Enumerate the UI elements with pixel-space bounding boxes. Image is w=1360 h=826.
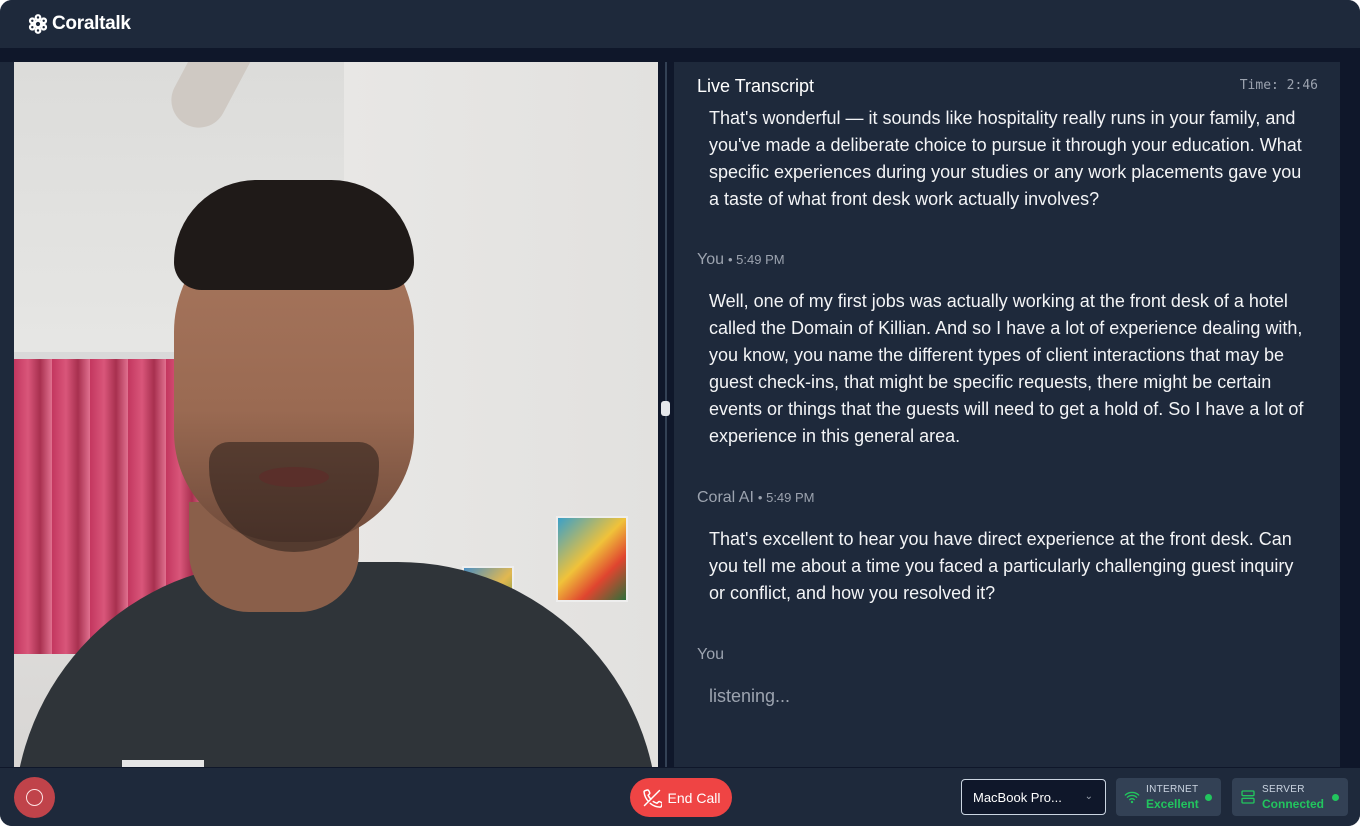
message-speaker: You bbox=[697, 646, 724, 664]
message-speaker: You • 5:49 PM bbox=[697, 251, 785, 269]
internet-status-value: Excellent bbox=[1146, 797, 1199, 811]
app-window: Coraltalk Live Transcript Time: 2:46 Tha… bbox=[0, 0, 1360, 826]
transcript-panel: Live Transcript Time: 2:46 That's wonder… bbox=[674, 62, 1340, 767]
device-select-value: MacBook Pro... bbox=[973, 789, 1062, 805]
server-status: SERVER Connected bbox=[1232, 778, 1348, 816]
server-status-label: SERVER bbox=[1262, 784, 1305, 795]
transcript-message: Well, one of my first jobs was actually … bbox=[709, 291, 1304, 446]
person-hair bbox=[174, 180, 414, 290]
message-time: • 5:49 PM bbox=[757, 490, 815, 505]
internet-status-label: INTERNET bbox=[1146, 784, 1199, 795]
call-timer: Time: 2:46 bbox=[1239, 78, 1318, 93]
call-controls-bar: End Call MacBook Pro... ⌄ INTERNET Excel… bbox=[0, 767, 1360, 826]
wifi-icon bbox=[1124, 791, 1140, 804]
ceiling-fan-blade bbox=[161, 62, 272, 138]
record-button[interactable] bbox=[14, 777, 55, 818]
speaker-name: You bbox=[697, 251, 724, 268]
app-header: Coraltalk bbox=[0, 0, 1360, 48]
person-mouth bbox=[259, 467, 329, 487]
speaker-name: Coral AI bbox=[697, 489, 754, 506]
right-gutter bbox=[1340, 62, 1360, 767]
wall-painting bbox=[556, 516, 628, 602]
video-feed bbox=[14, 62, 658, 767]
end-call-button[interactable]: End Call bbox=[630, 778, 732, 817]
server-status-value: Connected bbox=[1262, 797, 1325, 811]
listening-indicator: listening... bbox=[709, 686, 791, 706]
resize-handle[interactable] bbox=[661, 401, 670, 416]
header-separator bbox=[0, 48, 1360, 62]
server-status-dot bbox=[1332, 794, 1339, 801]
record-icon bbox=[26, 789, 43, 806]
transcript-title: Live Transcript bbox=[697, 76, 815, 96]
chevron-down-icon: ⌄ bbox=[1084, 791, 1093, 802]
message-speaker: Coral AI • 5:49 PM bbox=[697, 489, 815, 507]
curtain-rod bbox=[14, 352, 174, 359]
transcript-message: That's excellent to hear you have direct… bbox=[709, 529, 1294, 603]
speaker-name: You bbox=[697, 646, 724, 663]
shirt-label bbox=[122, 760, 204, 767]
server-icon bbox=[1241, 790, 1255, 804]
internet-status: INTERNET Excellent bbox=[1116, 778, 1221, 816]
coral-logo-icon bbox=[28, 14, 48, 34]
message-time: • 5:49 PM bbox=[728, 252, 785, 267]
transcript-scroll-area[interactable]: That's wonderful — it sounds like hospit… bbox=[674, 102, 1340, 767]
app-name: Coraltalk bbox=[52, 13, 131, 34]
phone-off-icon bbox=[642, 788, 662, 808]
logo: Coraltalk bbox=[28, 13, 131, 35]
end-call-label: End Call bbox=[667, 789, 721, 806]
device-select[interactable]: MacBook Pro... ⌄ bbox=[961, 779, 1106, 815]
transcript-message: That's wonderful — it sounds like hospit… bbox=[709, 108, 1302, 209]
internet-status-dot bbox=[1205, 794, 1212, 801]
